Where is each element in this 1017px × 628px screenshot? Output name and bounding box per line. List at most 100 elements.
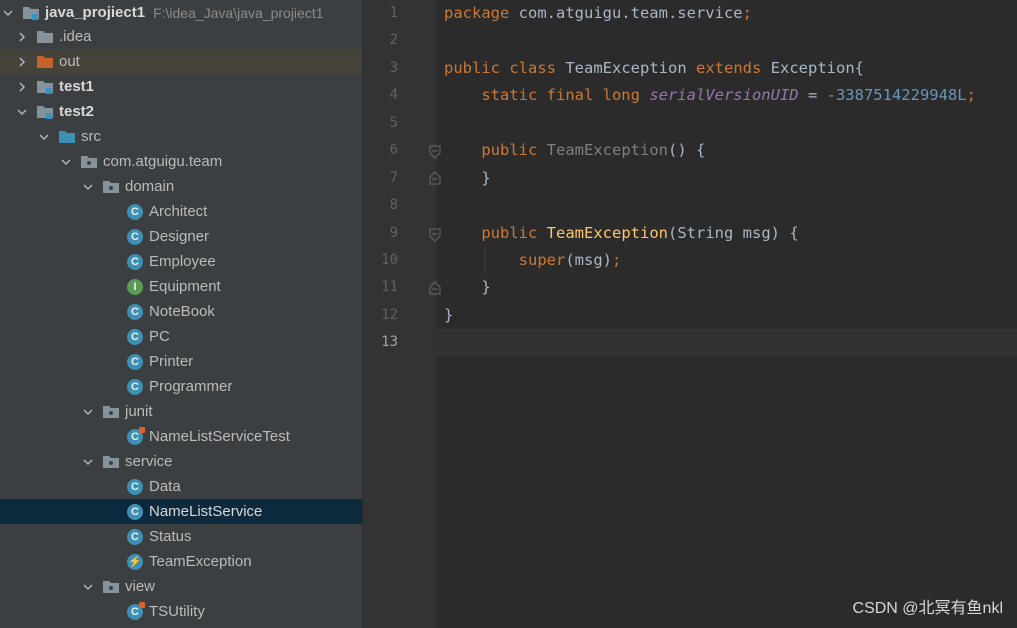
tree-item-class[interactable]: C NoteBook: [0, 299, 362, 324]
code-line-9[interactable]: public TeamException(String msg) {: [444, 220, 798, 247]
code-line-11[interactable]: }: [444, 274, 490, 301]
tree-item-label: out: [59, 53, 80, 70]
line-number: 7: [389, 170, 398, 186]
tree-item-class[interactable]: C Programmer: [0, 374, 362, 399]
package-icon: [102, 178, 120, 196]
module-icon: [36, 78, 54, 96]
tree-item-label: TeamException: [149, 553, 252, 570]
code-line-12[interactable]: }: [444, 302, 453, 329]
class-icon: C: [126, 378, 144, 396]
tree-item-test2[interactable]: test2: [0, 99, 362, 124]
chevron-down-icon[interactable]: [38, 124, 50, 149]
fold-start-icon[interactable]: [429, 145, 441, 159]
tree-item-test1[interactable]: test1: [0, 74, 362, 99]
line-number: 5: [389, 115, 398, 131]
tree-item-project-root[interactable]: java_projiect1 F:\idea_Java\java_projiec…: [0, 0, 362, 25]
fold-start-icon[interactable]: [429, 228, 441, 242]
tree-item-label: test2: [59, 103, 95, 120]
tree-item-label: NameListService: [149, 503, 263, 520]
package-icon: [102, 578, 120, 596]
tree-item-interface[interactable]: I Equipment: [0, 274, 362, 299]
chevron-down-icon[interactable]: [16, 99, 28, 124]
exception-class-icon: ⚡: [126, 553, 144, 571]
tree-item-label: com.atguigu.team: [103, 153, 223, 170]
tree-item-label: Employee: [149, 253, 216, 270]
tree-item-package-root[interactable]: com.atguigu.team: [0, 149, 362, 174]
tree-item-class[interactable]: C PC: [0, 324, 362, 349]
tree-item-label: NoteBook: [149, 303, 215, 320]
line-number: 6: [389, 142, 398, 158]
line-number: 12: [381, 307, 398, 323]
tree-item-idea[interactable]: .idea: [0, 24, 362, 49]
code-line-10[interactable]: super(msg);: [444, 247, 622, 274]
tree-item-label: Data: [149, 478, 181, 495]
tree-item-label: domain: [125, 178, 175, 195]
fold-end-icon[interactable]: [429, 171, 441, 185]
chevron-down-icon[interactable]: [82, 574, 94, 599]
code-line-3[interactable]: public class TeamException extends Excep…: [444, 55, 864, 82]
folder-icon: [36, 28, 54, 46]
tree-item-domain[interactable]: domain: [0, 174, 362, 199]
project-tree: java_projiect1 F:\idea_Java\java_projiec…: [0, 0, 363, 628]
class-icon: C: [126, 528, 144, 546]
tree-item-class[interactable]: C Data: [0, 474, 362, 499]
chevron-down-icon[interactable]: [82, 174, 94, 199]
source-folder-icon: [58, 128, 76, 146]
module-icon: [36, 103, 54, 121]
code-editor[interactable]: 1 2 3 4 5 6 7 8 9 10 11 12 13 package co…: [363, 0, 1017, 628]
chevron-down-icon[interactable]: [60, 149, 72, 174]
module-icon: [22, 4, 40, 22]
tree-item-label: junit: [125, 403, 153, 420]
tree-item-label: Status: [149, 528, 192, 545]
code-line-6[interactable]: public TeamException() {: [444, 137, 705, 164]
tree-item-label: Printer: [149, 353, 194, 370]
fold-end-icon[interactable]: [429, 281, 441, 295]
chevron-right-icon[interactable]: [16, 24, 28, 49]
chevron-down-icon[interactable]: [82, 399, 94, 424]
chevron-down-icon[interactable]: [82, 449, 94, 474]
tree-item-view[interactable]: view: [0, 574, 362, 599]
tree-item-test-class[interactable]: C TSUtility: [0, 599, 362, 624]
tree-item-test-class[interactable]: C NameListServiceTest: [0, 424, 362, 449]
tree-item-label: NameListServiceTest: [149, 428, 290, 445]
code-line-1[interactable]: package com.atguigu.team.service;: [444, 0, 752, 27]
tree-item-class[interactable]: C Employee: [0, 249, 362, 274]
ide-window: java_projiect1 F:\idea_Java\java_projiec…: [0, 0, 1017, 628]
class-icon: C: [126, 228, 144, 246]
tree-item-label: Programmer: [149, 378, 233, 395]
tree-item-label: service: [125, 453, 173, 470]
package-icon: [102, 453, 120, 471]
chevron-right-icon[interactable]: [16, 49, 28, 74]
tree-item-class[interactable]: C Designer: [0, 224, 362, 249]
line-number-current: 13: [381, 334, 398, 350]
test-class-icon: C: [126, 601, 145, 621]
tree-item-src[interactable]: src: [0, 124, 362, 149]
tree-item-out[interactable]: out: [0, 49, 362, 74]
current-line-highlight: [436, 329, 1017, 356]
line-number: 2: [389, 32, 398, 48]
tree-item-label: PC: [149, 328, 170, 345]
tree-item-class[interactable]: C Status: [0, 524, 362, 549]
tree-item-label: .idea: [59, 28, 92, 45]
code-line-4[interactable]: static final long serialVersionUID = -33…: [444, 82, 976, 109]
chevron-right-icon[interactable]: [16, 74, 28, 99]
line-number: 9: [389, 225, 398, 241]
project-path: F:\idea_Java\java_projiect1: [153, 4, 324, 21]
tree-item-class[interactable]: C Printer: [0, 349, 362, 374]
line-number: 8: [389, 197, 398, 213]
tree-item-exception-class[interactable]: ⚡ TeamException: [0, 549, 362, 574]
chevron-down-icon[interactable]: [2, 0, 14, 25]
watermark: CSDN @北冥有鱼nkl: [852, 600, 1003, 617]
tree-item-label: Equipment: [149, 278, 221, 295]
tree-item-class-selected[interactable]: C NameListService: [0, 499, 362, 524]
line-number: 11: [381, 279, 398, 295]
tree-item-class[interactable]: C Architect: [0, 199, 362, 224]
interface-icon: I: [126, 278, 144, 296]
code-line-7[interactable]: }: [444, 165, 490, 192]
tree-item-junit[interactable]: junit: [0, 399, 362, 424]
tree-item-label: src: [81, 128, 101, 145]
class-icon: C: [126, 328, 144, 346]
class-icon: C: [126, 478, 144, 496]
tree-item-service[interactable]: service: [0, 449, 362, 474]
excluded-folder-icon: [36, 53, 54, 71]
